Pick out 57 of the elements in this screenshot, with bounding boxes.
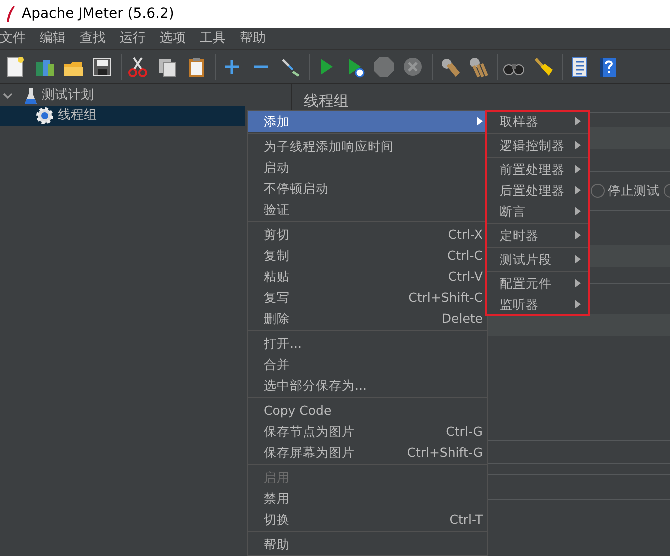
menu-item[interactable]: 禁用 (248, 488, 487, 509)
menu-item[interactable]: 监听器 (486, 294, 589, 315)
menu-item[interactable]: 查找 (80, 28, 106, 48)
menu-item[interactable]: 帮助 (248, 534, 487, 555)
menu-item[interactable]: 复写 Ctrl+Shift-C (248, 287, 487, 308)
menu-item[interactable]: 合并 (248, 354, 487, 375)
menu-item[interactable]: 逻辑控制器 (486, 135, 589, 156)
menu-item[interactable]: 打开... (248, 333, 487, 354)
menu-item[interactable]: 文件 (0, 28, 26, 48)
floppy-icon[interactable] (91, 56, 113, 78)
tree-label: 测试计划 (42, 87, 94, 106)
menu-item[interactable]: 后置处理器 (486, 180, 589, 201)
menu-item[interactable]: 运行 (120, 28, 146, 48)
menu-item[interactable]: 切换 Ctrl-T (248, 509, 487, 530)
shortcut-text: Ctrl+Shift-G (407, 444, 483, 460)
menu-item[interactable]: 测试片段 (486, 249, 589, 270)
menu-item[interactable]: 前置处理器 (486, 159, 589, 180)
panel-title: 线程组 (304, 91, 350, 112)
tree-row[interactable]: 测试计划 (0, 86, 245, 106)
menu-item[interactable]: 断言 (486, 201, 589, 222)
shortcut-text: Ctrl-X (448, 226, 483, 242)
radio-label: 停止测试 (608, 182, 660, 200)
menu-item[interactable]: 保存节点为图片 Ctrl-G (248, 421, 487, 442)
menu-item[interactable]: 工具 (200, 28, 226, 48)
menu-item[interactable]: 复制 Ctrl-C (248, 245, 487, 266)
menu-item[interactable]: 帮助 (240, 28, 266, 48)
gear-icon (36, 107, 54, 125)
menu-item[interactable]: 粘贴 Ctrl-V (248, 266, 487, 287)
menu-item[interactable]: 选项 (160, 28, 186, 48)
radio-button[interactable] (591, 184, 605, 198)
menu-item[interactable]: 取样器 (486, 111, 589, 132)
menu-item[interactable]: Copy Code (248, 400, 487, 421)
tree-label: 线程组 (58, 107, 97, 126)
shortcut-text: Delete (442, 310, 483, 326)
menu-item[interactable]: 选中部分保存为... (248, 375, 487, 396)
shortcut-text: Ctrl-T (450, 512, 483, 528)
menu-item[interactable]: 剪切 Ctrl-X (248, 224, 487, 245)
flask-icon (24, 87, 38, 105)
menu-item[interactable]: 配置元件 (486, 273, 589, 294)
menu-item[interactable]: 定时器 (486, 225, 589, 246)
menu-item[interactable]: 验证 (248, 199, 487, 220)
scissors-icon[interactable] (127, 56, 149, 78)
shortcut-text: Ctrl-V (448, 268, 483, 284)
shortcut-text: Ctrl-G (446, 424, 483, 440)
menu-item[interactable]: 编辑 (40, 28, 66, 48)
menu-item[interactable]: 删除 Delete (248, 308, 487, 329)
menu-item[interactable]: 不停顿启动 (248, 178, 487, 199)
feather-icon (6, 6, 16, 22)
tree-row[interactable]: 线程组 (0, 106, 245, 126)
shortcut-text: Ctrl+Shift-C (408, 290, 483, 306)
window-title: Apache JMeter (5.6.2) (22, 4, 174, 24)
menu-item[interactable]: 为子线程添加响应时间 (248, 136, 487, 157)
menu-item[interactable]: 启动 (248, 157, 487, 178)
shortcut-text: Ctrl-C (448, 248, 483, 264)
menu-item[interactable]: 添加 (248, 111, 487, 132)
menu-item[interactable]: 保存屏幕为图片 Ctrl+Shift-G (248, 442, 487, 463)
help-icon[interactable] (597, 56, 619, 78)
